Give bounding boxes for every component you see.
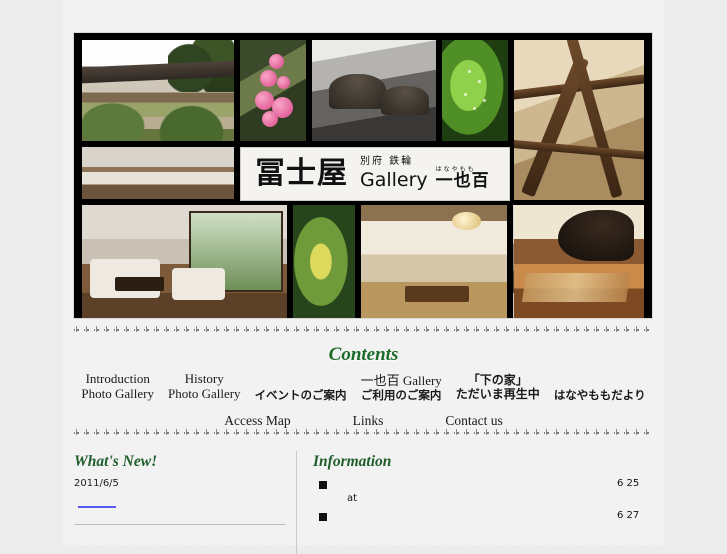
logo-hanayamomo-block: はなやもも 一也百 (435, 166, 490, 192)
whats-new-heading: What's New! (74, 453, 158, 470)
logo-right-block: 別府 鉄輪 Gallery はなやもも 一也百 (360, 156, 490, 192)
nav-label-line1: 一也百 Gallery (360, 372, 442, 388)
information-item-text (327, 478, 617, 491)
information-item-sub: at (347, 493, 358, 504)
primary-nav-row: Introduction Photo Gallery History Photo… (63, 371, 664, 402)
contents-section: Contents Introduction Photo Gallery Hist… (63, 336, 664, 428)
news-entry-date: 2011/6/5 (74, 478, 119, 489)
lower-columns: What's New! 2011/6/5 Information 6 25 at… (63, 449, 686, 554)
nav-label-line2: ただいま再生中 (455, 387, 540, 402)
square-bullet-icon (319, 481, 327, 489)
nav-access-map[interactable]: Access Map (224, 413, 290, 429)
header-photo-collage: 冨士屋 別府 鉄輪 Gallery はなやもも 一也百 (74, 33, 652, 318)
entrance-garden-photo (82, 40, 234, 141)
decorative-divider-bottom (74, 428, 653, 437)
logo-kanji-text: 冨士屋 (255, 156, 348, 191)
decorative-divider-top (74, 325, 653, 334)
information-item-date: 6 25 (617, 478, 640, 489)
green-foliage-photo (293, 205, 355, 318)
nav-label-line2: ご利用のご案内 (360, 387, 442, 402)
contents-heading: Contents (328, 344, 399, 365)
nav-gallery-usage-info[interactable]: 一也百 Gallery ご利用のご案内 (360, 372, 442, 402)
grand-piano-room-photo (514, 205, 644, 318)
nav-label-line2: イベントのご案内 (254, 387, 347, 402)
secondary-nav-row: Access Map Links Contact us (63, 413, 664, 429)
nav-label-line1: History (184, 371, 224, 386)
lobby-lounge-photo (82, 205, 287, 318)
whats-new-column: What's New! 2011/6/5 (74, 449, 296, 554)
nav-label-line2: Photo Gallery (81, 385, 154, 401)
information-item[interactable]: 6 25 (313, 478, 675, 491)
nav-shimonoie-restoration[interactable]: 「下の家」 ただいま再生中 (455, 373, 540, 402)
sepia-garden-photo (312, 40, 436, 141)
logo-hanayamomo-text: 一也百 (435, 171, 490, 192)
nav-introduction-photo-gallery[interactable]: Introduction Photo Gallery (81, 371, 154, 402)
page-container: 冨士屋 別府 鉄輪 Gallery はなやもも 一也百 Contents Int… (63, 0, 664, 554)
news-entry-link[interactable] (78, 506, 116, 508)
nav-label-line1: Introduction (85, 371, 150, 386)
news-separator-rule (74, 524, 286, 525)
ceiling-beams-photo (514, 40, 644, 200)
nav-label-line2: Photo Gallery (167, 385, 241, 401)
information-item-date: 6 27 (617, 510, 640, 521)
interior-room-photo (82, 147, 234, 199)
logo-gallery-text: Gallery (360, 169, 428, 192)
gallery-logo-sign: 冨士屋 別府 鉄輪 Gallery はなやもも 一也百 (240, 147, 510, 201)
plum-blossom-photo (240, 40, 306, 141)
nav-label-line2: はなやももだより (553, 387, 646, 402)
nav-contact-us[interactable]: Contact us (445, 413, 502, 429)
green-leaf-dew-photo (442, 40, 508, 141)
square-bullet-icon (319, 513, 327, 521)
nav-hanayamomo-dayori[interactable]: はなやももだより (553, 387, 646, 402)
nav-event-info[interactable]: イベントのご案内 (254, 387, 347, 402)
information-item-text (327, 510, 617, 523)
nav-links[interactable]: Links (353, 413, 384, 429)
tatami-room-photo (361, 205, 507, 318)
nav-history-photo-gallery[interactable]: History Photo Gallery (167, 371, 241, 402)
information-item[interactable]: 6 27 (313, 510, 675, 523)
nav-label-line1: 「下の家」 (467, 373, 528, 388)
information-heading: Information (313, 453, 392, 470)
information-column: Information 6 25 at 6 27 (297, 449, 675, 554)
